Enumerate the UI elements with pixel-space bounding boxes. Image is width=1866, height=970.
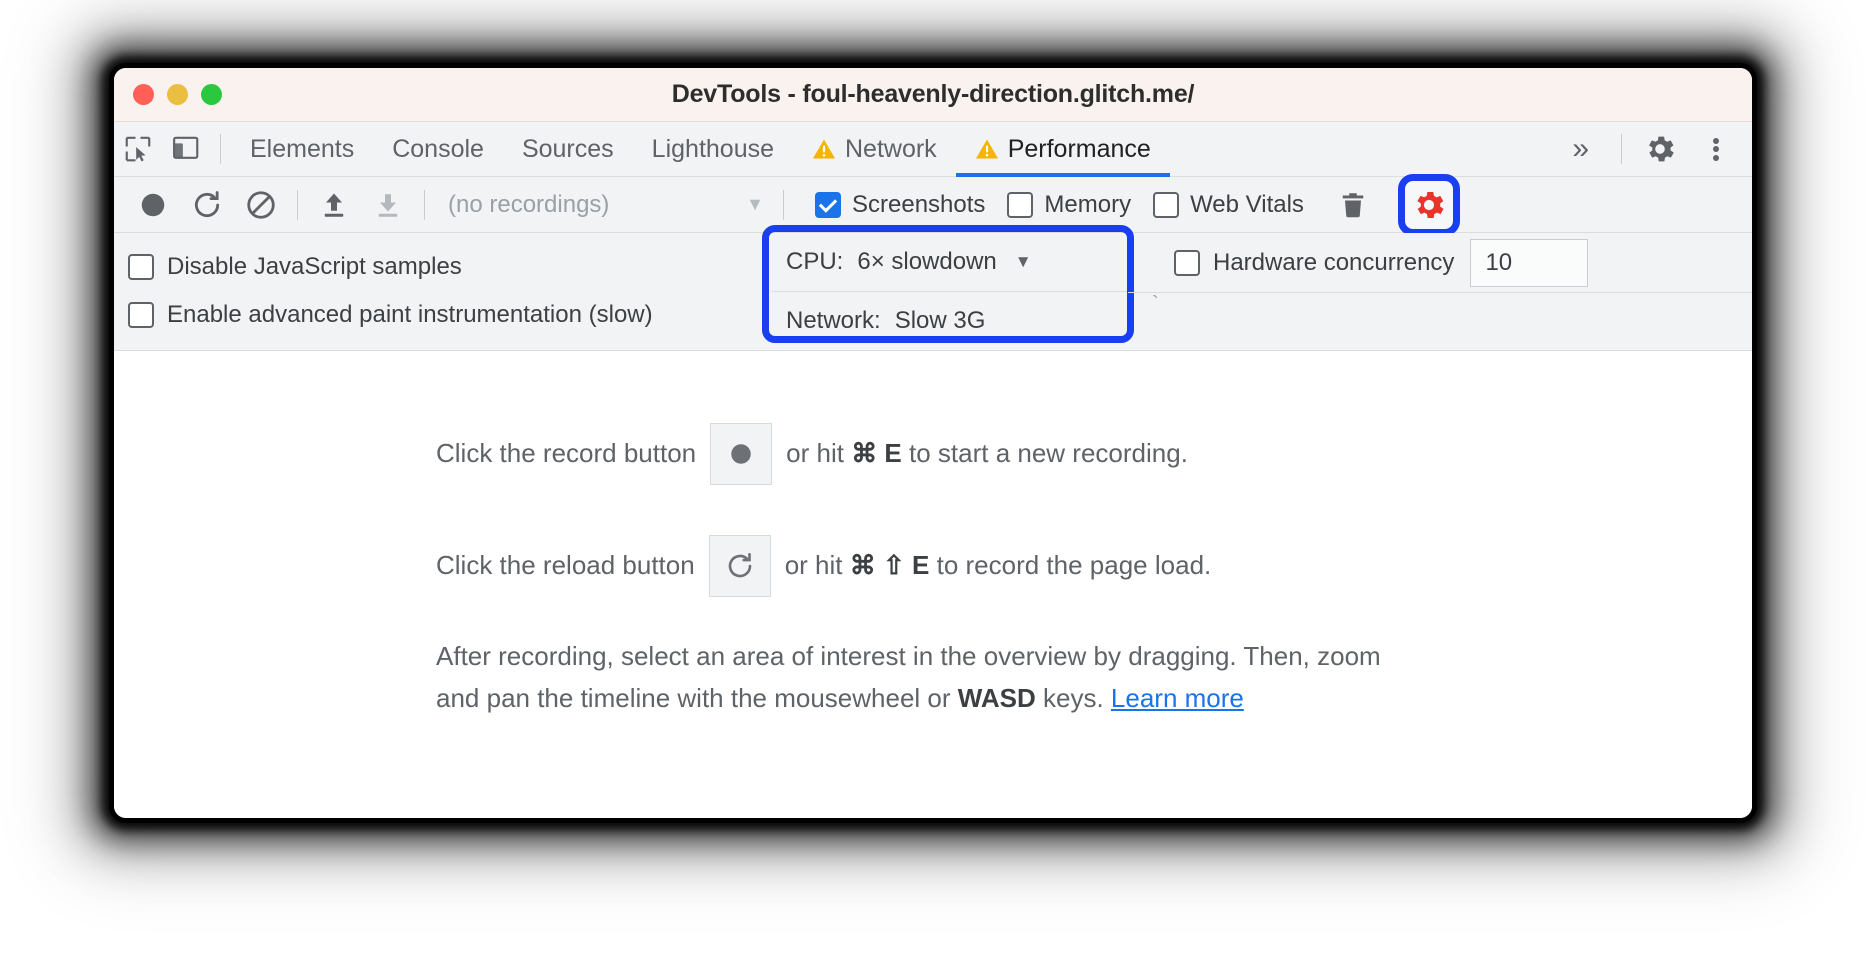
performance-recording-toolbar: (no recordings) ▼ Screenshots Memory Web… (114, 173, 1752, 236)
tabbar-right-controls: » (1550, 127, 1752, 171)
recordings-dropdown[interactable]: (no recordings) ▼ (434, 185, 774, 225)
throttling-group: CPU: 6× slowdown ▼ Network: Slow 3G (762, 225, 1134, 350)
record-circle-icon[interactable] (710, 423, 773, 485)
wasd-keys: WASD (957, 683, 1036, 714)
cpu-throttling-label: CPU: (786, 248, 844, 275)
record-instruction-line: Click the record button or hit ⌘ E to st… (436, 423, 1752, 485)
hardware-concurrency-row[interactable]: Hardware concurrency 10 (1128, 233, 1752, 292)
clear-recording-button[interactable] (234, 184, 288, 226)
screenshots-checkbox[interactable] (815, 191, 841, 218)
command-key: ⌘ (849, 550, 876, 581)
capture-settings-right-column: Hardware concurrency 10 ` (1128, 233, 1752, 350)
disable-js-samples-row[interactable]: Disable JavaScript samples (128, 243, 772, 291)
chevron-down-icon: ▼ (1014, 252, 1032, 271)
reload-instruction-line: Click the reload button or hit ⌘ ⇧ E to … (436, 535, 1752, 597)
shift-key: ⇧ (883, 550, 905, 581)
advanced-paint-instrumentation-label: Enable advanced paint instrumentation (s… (167, 301, 653, 329)
reload-instruction-mid: or hit (784, 550, 843, 581)
inspect-element-icon[interactable] (114, 129, 162, 169)
devtools-tabbar: Elements Console Sources Lighthouse Netw… (114, 122, 1752, 177)
performance-empty-state: Click the record button or hit ⌘ E to st… (114, 351, 1752, 818)
screenshots-label: Screenshots (852, 190, 986, 218)
record-instruction-after: to start a new recording. (909, 438, 1188, 469)
load-profile-upload-icon[interactable] (307, 184, 361, 226)
network-throttling-row[interactable]: Network: Slow 3G (772, 291, 1128, 350)
kebab-dot (1713, 146, 1719, 152)
capture-settings-gear-icon (1417, 191, 1444, 218)
memory-label: Memory (1044, 190, 1132, 218)
kebab-dot (1713, 137, 1719, 144)
paragraph-part2: keys. (1035, 683, 1111, 714)
tabbar-divider (220, 134, 221, 164)
capture-settings-left-column: Disable JavaScript samples Enable advanc… (114, 233, 772, 350)
capture-settings-panel: Disable JavaScript samples Enable advanc… (114, 225, 1752, 351)
save-profile-download-icon[interactable] (361, 184, 415, 226)
kebab-menu-icon[interactable] (1688, 127, 1744, 171)
reload-instruction-after: to record the page load. (936, 550, 1212, 581)
tab-elements[interactable]: Elements (231, 122, 373, 177)
chevron-down-icon: ▼ (746, 194, 764, 214)
capture-settings-button[interactable] (1397, 173, 1460, 236)
hardware-concurrency-label: Hardware concurrency (1213, 248, 1455, 276)
memory-checkbox-row[interactable]: Memory (1007, 191, 1131, 219)
memory-checkbox[interactable] (1007, 191, 1034, 218)
toolbar-divider (424, 189, 425, 220)
tab-performance[interactable]: Performance (955, 122, 1170, 177)
tab-label: Network (845, 134, 937, 163)
e-key: E (912, 550, 930, 581)
delete-trash-icon[interactable] (1330, 190, 1376, 220)
screenshot-root: DevTools - foul-heavenly-direction.glitc… (0, 0, 1866, 970)
window-title: DevTools - foul-heavenly-direction.glitc… (671, 80, 1195, 108)
cpu-throttling-row[interactable]: CPU: 6× slowdown ▼ (772, 233, 1128, 291)
record-button[interactable] (126, 184, 180, 226)
tab-label: Lighthouse (651, 134, 774, 163)
hardware-concurrency-input[interactable]: 10 (1470, 238, 1589, 287)
kebab-dot (1713, 154, 1719, 161)
tab-label: Sources (521, 134, 614, 163)
device-toolbar-icon[interactable] (162, 129, 210, 169)
gear-icon[interactable] (1632, 127, 1688, 171)
tab-label: Console (392, 134, 484, 163)
tab-label: Elements (250, 134, 355, 163)
advanced-paint-instrumentation-checkbox[interactable] (128, 302, 154, 328)
learn-more-link[interactable]: Learn more (1111, 683, 1244, 713)
e-key: E (884, 438, 902, 469)
toolbar-divider (297, 189, 298, 220)
advanced-paint-instrumentation-row[interactable]: Enable advanced paint instrumentation (s… (128, 291, 772, 339)
more-tabs-chevron-icon[interactable]: » (1550, 129, 1611, 169)
warning-triangle-icon (975, 139, 998, 159)
tab-label: Performance (1007, 134, 1151, 163)
tab-network[interactable]: Network (793, 122, 956, 177)
cpu-throttling-value: 6× slowdown (857, 248, 997, 275)
devtools-window: DevTools - foul-heavenly-direction.glitc… (114, 68, 1752, 818)
recordings-value: (no recordings) (448, 190, 610, 218)
settings-empty-row (1128, 292, 1752, 350)
web-vitals-label: Web Vitals (1190, 190, 1304, 218)
screenshots-checkbox-row[interactable]: Screenshots (815, 191, 985, 219)
tab-sources[interactable]: Sources (503, 122, 633, 177)
stray-mark: ` (1152, 293, 1159, 315)
tab-console[interactable]: Console (373, 122, 503, 177)
disable-js-samples-checkbox[interactable] (128, 254, 154, 280)
reload-instruction-before: Click the reload button (436, 550, 695, 581)
record-instruction-mid: or hit (786, 438, 844, 469)
hardware-concurrency-checkbox[interactable] (1174, 249, 1200, 276)
tab-lighthouse[interactable]: Lighthouse (633, 122, 793, 177)
reload-record-icon[interactable] (708, 535, 771, 597)
toolbar-divider (783, 189, 784, 220)
record-instruction-before: Click the record button (436, 438, 697, 469)
command-key: ⌘ (851, 438, 878, 469)
tabbar-divider (1621, 134, 1622, 164)
window-titlebar: DevTools - foul-heavenly-direction.glitc… (114, 68, 1752, 122)
web-vitals-checkbox[interactable] (1153, 191, 1180, 218)
reload-and-record-button[interactable] (180, 184, 234, 226)
network-throttling-value: Slow 3G (894, 307, 986, 334)
network-throttling-label: Network: (786, 307, 881, 334)
web-vitals-checkbox-row[interactable]: Web Vitals (1153, 191, 1304, 219)
overview-instruction-paragraph: After recording, select an area of inter… (436, 635, 1426, 719)
disable-js-samples-label: Disable JavaScript samples (167, 253, 462, 281)
warning-triangle-icon (813, 139, 835, 159)
